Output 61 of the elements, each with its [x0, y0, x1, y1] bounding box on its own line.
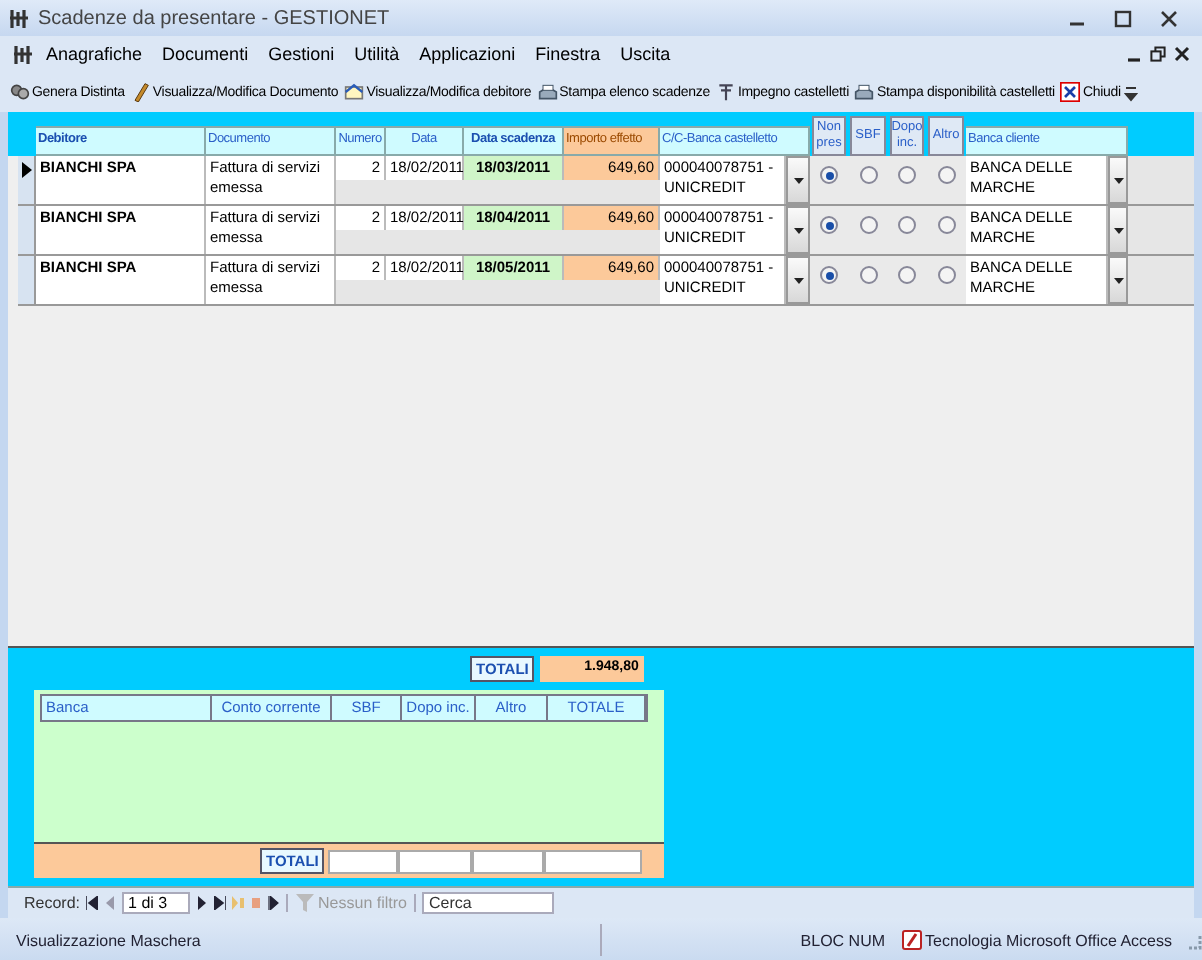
last-icon[interactable]: [268, 896, 281, 910]
close-icon[interactable]: [1174, 46, 1190, 62]
total-field: [328, 849, 399, 873]
next-icon[interactable]: [196, 896, 209, 910]
menu-item[interactable]: Applicazioni: [411, 42, 524, 66]
num-lock-indicator: BLOC NUM: [800, 931, 886, 949]
total-field: [398, 849, 473, 873]
menu-item[interactable]: Anagrafiche: [38, 42, 151, 66]
menu-item[interactable]: Documenti: [154, 42, 257, 66]
maximize-icon[interactable]: [1114, 9, 1132, 27]
dropdown-button[interactable]: [1108, 156, 1128, 204]
overflow-icon[interactable]: [1124, 82, 1139, 102]
dropdown-button[interactable]: [786, 256, 810, 304]
menu-item[interactable]: Uscita: [612, 42, 679, 66]
menu-item[interactable]: Finestra: [527, 42, 609, 66]
radio-button[interactable]: [820, 166, 838, 184]
radio-button[interactable]: [898, 216, 916, 234]
arrow-icon: [21, 162, 31, 178]
radio-button[interactable]: [937, 166, 955, 184]
radio-button[interactable]: [859, 216, 877, 234]
radio-button[interactable]: [859, 166, 877, 184]
dropdown-button[interactable]: [786, 206, 810, 254]
view-mode-label: Visualizzazione Maschera: [16, 931, 201, 949]
printer-icon: [854, 82, 875, 102]
printer-icon: [537, 82, 558, 102]
radio-button[interactable]: [937, 266, 955, 284]
record-selector[interactable]: [18, 156, 36, 204]
app-icon: [12, 43, 34, 65]
caret-icon: [793, 277, 803, 283]
restore-icon[interactable]: [1150, 46, 1166, 62]
pencil-icon: [130, 82, 151, 102]
radio-button[interactable]: [937, 216, 955, 234]
close-icon[interactable]: [1160, 9, 1178, 27]
radio-button[interactable]: [820, 266, 838, 284]
total-field: [544, 849, 643, 873]
record-label: Record:: [24, 894, 81, 912]
search-field[interactable]: Cerca: [422, 892, 555, 914]
funnel-icon: [296, 894, 315, 912]
record-field[interactable]: 1 di 3: [122, 892, 191, 914]
total-field: [472, 849, 545, 873]
window-title: Scadenze da presentare - GESTIONET: [38, 7, 392, 29]
dropdown-button[interactable]: [1108, 206, 1128, 254]
resize-grip-icon[interactable]: [1184, 931, 1202, 949]
product-label: Tecnologia Microsoft Office Access: [925, 931, 1172, 949]
caret-icon: [793, 227, 803, 233]
caret-icon: [1113, 227, 1123, 233]
radio-button[interactable]: [820, 216, 838, 234]
first-icon[interactable]: [86, 896, 99, 910]
menu-item[interactable]: Gestioni: [260, 42, 343, 66]
dropdown-button[interactable]: [1108, 256, 1128, 304]
close-icon: [1060, 82, 1081, 102]
caret-icon: [1113, 277, 1123, 283]
caret-icon: [1113, 177, 1123, 183]
radio-button[interactable]: [898, 166, 916, 184]
app-icon: [8, 7, 30, 29]
dropdown-button[interactable]: [786, 156, 810, 204]
radio-button[interactable]: [859, 266, 877, 284]
caret-icon: [793, 177, 803, 183]
last-icon[interactable]: [214, 896, 227, 910]
radio-button[interactable]: [898, 266, 916, 284]
menu-item[interactable]: Utilità: [346, 42, 408, 66]
